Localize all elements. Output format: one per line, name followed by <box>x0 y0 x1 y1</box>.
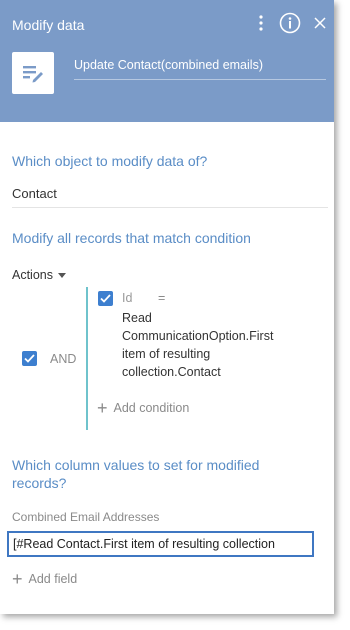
condition-group-line <box>86 287 88 430</box>
add-field-label: Add field <box>28 572 78 586</box>
condition-value[interactable]: Read CommunicationOption.First item of r… <box>122 309 290 381</box>
condition-operator[interactable]: = <box>158 291 165 305</box>
add-condition-button[interactable]: + Add condition <box>97 398 190 418</box>
header-actions <box>248 10 334 36</box>
condition-section-title: Modify all records that match condition <box>12 230 251 246</box>
add-condition-label: Add condition <box>113 401 190 415</box>
modify-data-task-icon <box>12 52 54 94</box>
object-section-title: Which object to modify data of? <box>12 153 208 169</box>
more-options-icon[interactable] <box>248 10 274 36</box>
condition-checkbox[interactable] <box>98 291 113 306</box>
condition-field[interactable]: Id <box>122 291 132 305</box>
column-value-input[interactable]: [#Read Contact.First item of resulting c… <box>7 531 314 557</box>
close-icon[interactable] <box>306 10 334 36</box>
add-field-button[interactable]: + Add field <box>12 569 78 589</box>
plus-icon: + <box>97 398 108 418</box>
plus-icon: + <box>12 569 23 589</box>
actions-label: Actions <box>12 268 53 282</box>
actions-dropdown[interactable]: Actions <box>12 268 66 282</box>
modify-data-panel: Modify data Update Contact(combined emai… <box>0 0 334 614</box>
group-checkbox[interactable] <box>22 351 37 366</box>
columns-section-title: Which column values to set for modified … <box>12 457 260 491</box>
info-icon[interactable] <box>274 10 306 36</box>
panel-header: Modify data Update Contact(combined emai… <box>0 0 334 122</box>
panel-title: Modify data <box>12 17 85 33</box>
object-field[interactable]: Contact <box>12 186 328 208</box>
column-label: Combined Email Addresses <box>12 510 160 524</box>
chevron-down-icon <box>58 273 66 278</box>
group-operator-label[interactable]: AND <box>50 352 76 366</box>
task-name-field[interactable]: Update Contact(combined emails) <box>74 58 326 80</box>
